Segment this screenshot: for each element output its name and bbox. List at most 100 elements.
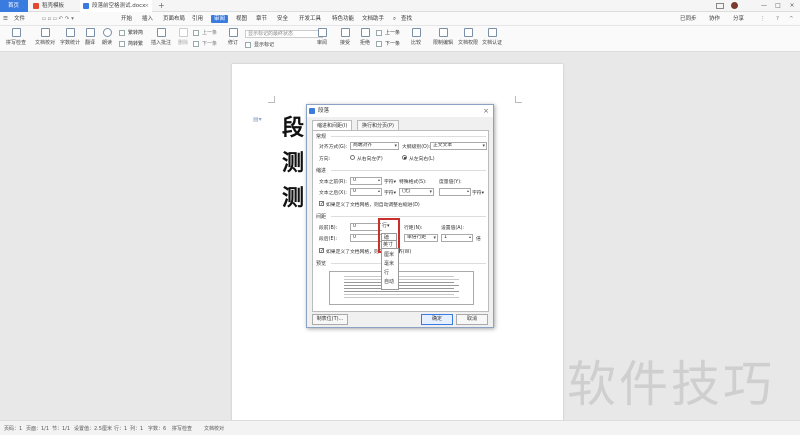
- ltr-radio[interactable]: [402, 155, 407, 160]
- unit-option[interactable]: 自动: [384, 278, 394, 285]
- menu-doc-assistant[interactable]: 文档助手: [362, 15, 384, 23]
- search-label[interactable]: 查找: [401, 15, 412, 23]
- avatar[interactable]: [731, 2, 738, 9]
- status-setting: 设置值：2.5厘米: [74, 426, 112, 432]
- tab-indent-spacing[interactable]: 缩进和间距(I): [312, 120, 353, 130]
- tab-document[interactable]: 段落前空格测试.docx ×: [80, 0, 152, 12]
- menu-chapter[interactable]: 章节: [256, 15, 267, 23]
- paragraph-icon[interactable]: ▤▾: [253, 116, 262, 123]
- search-icon[interactable]: ⌕: [393, 15, 396, 23]
- doc-line[interactable]: 测: [282, 180, 304, 212]
- line-spacing-select[interactable]: 单倍行距: [404, 234, 438, 242]
- before-text-input[interactable]: 0: [350, 177, 382, 185]
- measure-unit[interactable]: 字符▾: [472, 189, 484, 196]
- dialog-titlebar[interactable]: 段落 ×: [307, 105, 493, 117]
- doc-cert-button[interactable]: 文档认证: [481, 28, 503, 46]
- spellcheck-button[interactable]: 拼写检查: [3, 28, 29, 46]
- menu-reference[interactable]: 引用: [192, 15, 203, 23]
- help-icon[interactable]: ?: [776, 15, 779, 23]
- delete-comment-button[interactable]: 删除: [176, 28, 190, 46]
- align-label: 对齐方式(G):: [319, 145, 348, 150]
- outline-select[interactable]: 正文文本: [430, 142, 487, 150]
- align-select[interactable]: 两端对齐: [350, 142, 399, 150]
- display-mode-select[interactable]: 显示标记的最终状态: [245, 30, 323, 38]
- reject-button[interactable]: 拒绝: [357, 28, 373, 46]
- accept-button[interactable]: 接受: [337, 28, 353, 46]
- special-format-select[interactable]: (无): [399, 188, 434, 196]
- menu-developer[interactable]: 开发工具: [299, 15, 321, 23]
- restrict-edit-button[interactable]: 限制编辑: [432, 28, 454, 46]
- simp-to-trad-button[interactable]: 繁转简: [119, 29, 143, 37]
- translate-button[interactable]: 翻译: [83, 28, 97, 46]
- menu-start[interactable]: 开始: [121, 15, 132, 23]
- rtl-radio[interactable]: [350, 155, 355, 160]
- insert-comment-button[interactable]: 插入批注: [149, 28, 173, 46]
- collaborate-button[interactable]: 协作: [709, 15, 720, 23]
- layout-icon[interactable]: [716, 3, 724, 9]
- minimize-icon[interactable]: —: [760, 2, 768, 10]
- unit-option[interactable]: 行: [384, 269, 389, 276]
- status-bar: 页码：1 页面：1/1 节：1/1 设置值：2.5厘米 行：1 列：1 字数：6…: [0, 420, 800, 435]
- unit-select[interactable]: 行▾: [381, 222, 397, 230]
- tab-home[interactable]: 首页: [0, 0, 28, 12]
- prev-comment-button[interactable]: 上一条: [193, 29, 217, 37]
- status-doc-check[interactable]: 文档校对: [204, 425, 224, 432]
- menu-security[interactable]: 安全: [277, 15, 288, 23]
- next-comment-button[interactable]: 下一条: [193, 40, 217, 48]
- collapse-ribbon-icon[interactable]: ^: [789, 15, 794, 23]
- status-spellcheck[interactable]: 拼写检查: [172, 425, 192, 432]
- menu-review[interactable]: 审阅: [211, 15, 229, 23]
- status-col: 列：1: [130, 426, 144, 432]
- review-pane-button[interactable]: 审阅: [314, 28, 330, 46]
- trad-to-simp-button[interactable]: 简转繁: [119, 40, 143, 48]
- next-change-button[interactable]: 下一条: [376, 40, 400, 48]
- close-window-icon[interactable]: ×: [788, 2, 796, 10]
- auto-indent-checkbox[interactable]: ✓: [319, 201, 324, 207]
- measure-input[interactable]: [439, 188, 471, 196]
- show-marks-label: 显示标记: [254, 42, 275, 48]
- revise-button[interactable]: 修订: [225, 28, 241, 46]
- before-text-unit[interactable]: 字符▾: [384, 178, 396, 185]
- show-marks-button[interactable]: 显示标记: [245, 41, 274, 49]
- tabs-button[interactable]: 制表位(T)...: [312, 314, 348, 325]
- maximize-icon[interactable]: □: [774, 2, 782, 10]
- new-tab-icon[interactable]: +: [158, 0, 165, 12]
- preview-line: [344, 297, 459, 298]
- ok-button[interactable]: 确定: [421, 314, 453, 325]
- close-tab-icon[interactable]: ×: [144, 0, 149, 12]
- menu-file[interactable]: 文件: [14, 15, 25, 23]
- set-value-input[interactable]: 1: [441, 234, 473, 242]
- hamburger-icon[interactable]: ☰: [3, 15, 8, 23]
- share-button[interactable]: 分享: [733, 15, 744, 23]
- unit-option[interactable]: 磅: [381, 233, 397, 241]
- doc-line[interactable]: 段: [282, 110, 304, 142]
- cancel-button[interactable]: 取消: [456, 314, 488, 325]
- after-text-unit[interactable]: 字符▾: [384, 189, 396, 196]
- margin-corner: [515, 96, 522, 103]
- sync-status[interactable]: 已同步: [680, 15, 697, 23]
- direction-label: 方向:: [319, 157, 331, 162]
- ltr-label: 从左向右(L): [409, 157, 435, 162]
- compare-button[interactable]: 比较: [408, 28, 424, 46]
- quick-access-icons[interactable]: ▫ ▫ ▫ ↶ ↷ ▾: [42, 15, 74, 23]
- doc-line[interactable]: 测: [282, 145, 304, 177]
- menu-insert[interactable]: 插入: [142, 15, 153, 23]
- tab-line-page-break[interactable]: 换行和分页(P): [357, 120, 399, 130]
- unit-option[interactable]: 毫米: [384, 260, 394, 267]
- word-count-button[interactable]: 字数统计: [59, 28, 81, 46]
- prev-change-button[interactable]: 上一条: [376, 29, 400, 37]
- menu-page-layout[interactable]: 页面布局: [163, 15, 185, 23]
- doc-check-button[interactable]: 文档校对: [33, 28, 57, 46]
- docer-icon: [33, 3, 39, 9]
- close-icon[interactable]: ×: [483, 105, 489, 117]
- read-aloud-button[interactable]: 朗读: [100, 28, 114, 46]
- menu-features[interactable]: 特色功能: [332, 15, 354, 23]
- more-icon[interactable]: ⋮: [760, 15, 766, 23]
- unit-option[interactable]: 厘米: [384, 251, 394, 258]
- after-text-input[interactable]: 0: [350, 188, 382, 196]
- menu-view[interactable]: 视图: [236, 15, 247, 23]
- tab-docer-template[interactable]: 稻壳模板: [30, 0, 76, 12]
- comment-icon: [156, 28, 166, 37]
- doc-permission-button[interactable]: 文档权限: [457, 28, 479, 46]
- snap-grid-checkbox[interactable]: ✓: [319, 248, 324, 254]
